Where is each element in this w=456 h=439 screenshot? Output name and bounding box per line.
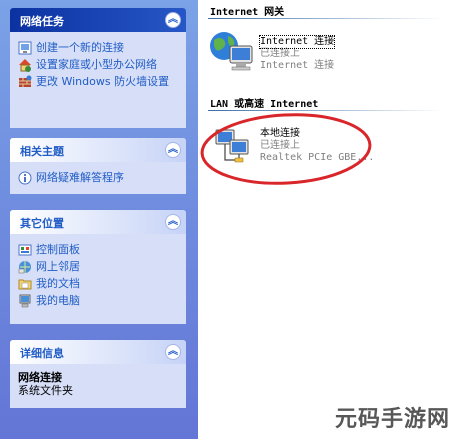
connection-status: 已连接上 xyxy=(260,48,300,59)
connection-name: Internet 连接 xyxy=(258,35,336,49)
watermark: 元码手游网 xyxy=(334,407,450,432)
collapse-icon[interactable]: ︽ xyxy=(165,214,181,230)
control-panel-icon xyxy=(18,244,32,256)
task-label: 网络疑难解答程序 xyxy=(36,171,124,184)
new-connection-icon xyxy=(18,41,32,55)
my-documents-icon xyxy=(18,279,32,290)
related-topics-title: 相关主题 xyxy=(20,145,64,158)
home-network-icon xyxy=(19,59,31,72)
task-home-network[interactable]: 设置家庭或小型办公网络 xyxy=(18,58,180,72)
other-places-title: 其它位置 xyxy=(20,217,64,230)
network-places-icon xyxy=(18,261,31,274)
place-label: 我的文档 xyxy=(36,277,80,290)
firewall-icon xyxy=(19,75,32,87)
details-name: 网络连接 xyxy=(18,371,62,384)
connection-device: Internet 连接 xyxy=(260,60,335,71)
info-icon xyxy=(18,171,32,185)
place-label: 网上邻居 xyxy=(36,260,80,273)
other-places-header[interactable]: 其它位置 ︽ xyxy=(10,210,186,234)
task-label: 设置家庭或小型办公网络 xyxy=(36,58,157,71)
internet-gateway-icon[interactable] xyxy=(208,28,256,76)
network-tasks-header[interactable]: 网络任务 ︽ xyxy=(10,8,186,32)
details-header[interactable]: 详细信息 ︽ xyxy=(10,340,186,364)
collapse-icon[interactable]: ︽ xyxy=(165,12,181,28)
place-label: 控制面板 xyxy=(36,243,80,256)
place-label: 我的电脑 xyxy=(36,294,80,307)
red-annotation-circle xyxy=(200,113,372,185)
place-control-panel[interactable]: 控制面板 xyxy=(18,243,180,257)
details-type: 系统文件夹 xyxy=(18,384,73,397)
place-network-places[interactable]: 网上邻居 xyxy=(18,260,180,274)
details-panel: 详细信息 ︽ 网络连接 系统文件夹 xyxy=(10,340,186,408)
content-area: Internet 网关 Internet 连接 已连接上 Internet 连接… xyxy=(198,0,456,439)
task-create-connection[interactable]: 创建一个新的连接 xyxy=(18,41,180,55)
collapse-icon[interactable]: ︽ xyxy=(165,142,181,158)
task-label: 创建一个新的连接 xyxy=(36,41,124,54)
network-tasks-panel: 网络任务 ︽ 创建一个新的连接 设置家庭或小型办公网络 更改 Windows 防… xyxy=(10,8,186,128)
network-tasks-title: 网络任务 xyxy=(20,15,64,28)
my-computer-icon xyxy=(19,294,31,308)
place-my-computer[interactable]: 我的电脑 xyxy=(18,294,180,308)
task-troubleshooter[interactable]: 网络疑难解答程序 xyxy=(18,171,180,185)
internet-gateway-connection[interactable]: Internet 连接 已连接上 Internet 连接 xyxy=(258,35,336,72)
internet-gateway-header: Internet 网关 xyxy=(210,7,285,18)
other-places-panel: 其它位置 ︽ 控制面板 网上邻居 我的文档 我的电脑 xyxy=(10,210,186,324)
task-label: 更改 Windows 防火墙设置 xyxy=(36,75,170,88)
collapse-icon[interactable]: ︽ xyxy=(165,344,181,360)
task-pane: 网络任务 ︽ 创建一个新的连接 设置家庭或小型办公网络 更改 Windows 防… xyxy=(0,0,198,439)
section-divider xyxy=(208,18,444,19)
related-topics-panel: 相关主题 ︽ 网络疑难解答程序 xyxy=(10,138,186,194)
task-firewall[interactable]: 更改 Windows 防火墙设置 xyxy=(18,75,180,89)
related-topics-header[interactable]: 相关主题 ︽ xyxy=(10,138,186,162)
details-title: 详细信息 xyxy=(20,347,64,360)
place-my-documents[interactable]: 我的文档 xyxy=(18,277,180,291)
